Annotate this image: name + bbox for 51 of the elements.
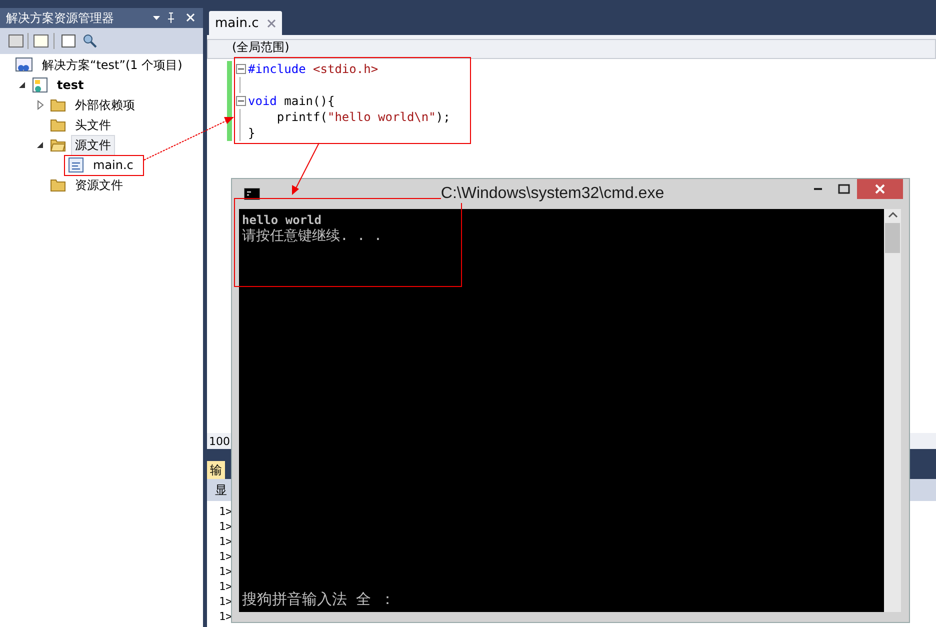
folder-icon — [50, 118, 66, 132]
tree-item[interactable]: 源文件 — [71, 134, 115, 156]
tree-item[interactable]: 头文件 — [71, 114, 115, 136]
scope-dropdown[interactable]: (全局范围) — [207, 39, 936, 59]
panel-title: 解决方案资源管理器 — [6, 10, 114, 26]
code-line: } — [248, 126, 256, 140]
collapse-icon[interactable] — [236, 64, 246, 74]
output-tab[interactable]: 输 — [207, 461, 225, 479]
collapse-icon[interactable] — [236, 96, 246, 106]
tree-item[interactable]: 解决方案“test”(1 个项目) — [38, 54, 186, 76]
editor-tab[interactable]: main.c — [209, 11, 282, 35]
tree-item[interactable]: main.c — [89, 156, 138, 174]
open-folder-icon — [50, 138, 66, 152]
output-line: 1> — [219, 565, 232, 580]
code-line: printf("hello world\n"); — [276, 110, 450, 124]
expanded-triangle-icon[interactable] — [17, 80, 27, 90]
close-icon[interactable] — [266, 18, 276, 28]
output-line: 1> — [219, 505, 232, 520]
output-line: 1> — [219, 550, 232, 565]
zoom-level[interactable]: 100 — [209, 434, 230, 448]
expanded-triangle-icon[interactable] — [35, 140, 45, 150]
close-icon — [875, 184, 885, 194]
ime-status: 搜狗拼音输入法 全 ： — [242, 590, 396, 609]
folder-icon — [50, 98, 66, 112]
maximize-icon — [838, 184, 850, 194]
output-toolbar-label: 显 — [215, 482, 227, 498]
scrollbar[interactable] — [884, 209, 901, 612]
code-line: void main(){ — [248, 94, 335, 108]
annotation-arrow — [292, 142, 320, 195]
minimize-icon — [813, 188, 823, 190]
solution-icon — [15, 57, 33, 73]
output-line: 1> — [219, 610, 232, 625]
console-icon — [244, 188, 260, 200]
code-line: #include <stdio.h> — [248, 62, 378, 76]
c-file-icon — [68, 157, 84, 173]
tree-item[interactable]: 资源文件 — [71, 174, 127, 196]
output-line: 1> — [219, 535, 232, 550]
panel-controls-icon[interactable] — [151, 12, 197, 24]
tree-item[interactable]: test — [53, 76, 88, 94]
project-icon — [32, 77, 48, 93]
tree-item[interactable]: 外部依赖项 — [71, 94, 139, 116]
console-output: 请按任意键继续. . . — [242, 228, 382, 244]
scrollbar-thumb[interactable] — [885, 223, 900, 253]
close-button[interactable] — [857, 179, 903, 199]
window-title: C:\Windows\system32\cmd.exe — [440, 185, 664, 203]
output-line: 1> — [219, 580, 232, 595]
collapsed-triangle-icon[interactable] — [35, 100, 45, 110]
output-line: 1> — [219, 595, 232, 610]
output-line: 1> — [219, 520, 232, 535]
folder-icon — [50, 178, 66, 192]
console-output: hello world — [242, 212, 322, 228]
